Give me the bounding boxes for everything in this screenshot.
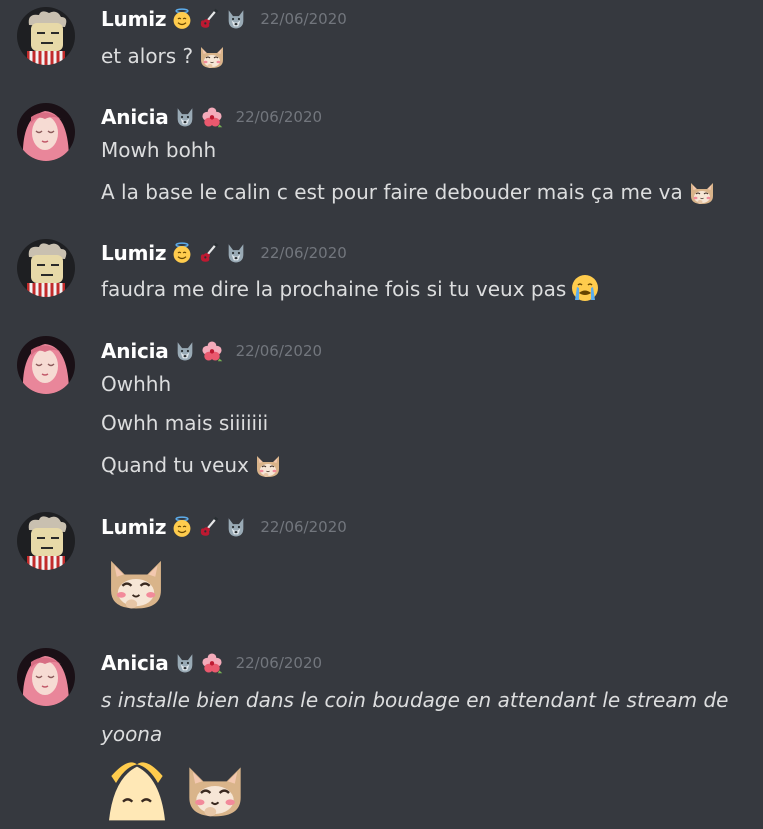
message-text: s installe bien dans le coin boudage en … [101,688,729,746]
hibiscus-icon [201,652,223,674]
hibiscus-icon [201,106,223,128]
wolf-icon [174,106,196,128]
timestamp[interactable]: 22/06/2020 [260,10,346,28]
username[interactable]: Anicia [101,105,169,129]
message-text: Owhhh [101,372,172,396]
username[interactable]: Anicia [101,651,169,675]
timestamp[interactable]: 22/06/2020 [236,654,322,672]
blushing-cat-emoji[interactable] [253,449,283,479]
blushing-cat-emoji[interactable] [197,40,227,70]
wolf-icon [225,8,247,30]
crying-face-emoji[interactable] [570,273,600,303]
blushing-cat-emoji[interactable] [102,545,170,617]
message-text: A la base le calin c est pour faire debo… [101,176,717,206]
guitar-icon [198,516,220,538]
avatar[interactable] [17,7,75,65]
wolf-icon [225,516,247,538]
avatar[interactable] [17,103,75,161]
timestamp[interactable]: 22/06/2020 [236,342,322,360]
message-text: Quand tu veux [101,449,283,479]
message-header: Lumiz 22/06/2020 [101,240,347,266]
message-text: faudra me dire la prochaine fois si tu v… [101,273,600,303]
username[interactable]: Lumiz [101,515,167,539]
blushing-cat-emoji[interactable] [687,176,717,206]
wolf-icon [174,652,196,674]
avatar[interactable] [17,512,75,570]
guitar-icon [198,242,220,264]
message-header: Lumiz 22/06/2020 [101,514,347,540]
chat-scroll-area[interactable]: Lumiz 22/06/2020 et alors ? Anicia 22/06… [0,0,763,799]
message-header: Anicia 22/06/2020 [101,104,322,130]
wolf-icon [174,340,196,362]
timestamp[interactable]: 22/06/2020 [260,244,346,262]
angel-face-icon [171,242,193,264]
message-header: Anicia 22/06/2020 [101,338,322,364]
message-header: Anicia 22/06/2020 [101,650,322,676]
wolf-icon [225,242,247,264]
avatar[interactable] [17,336,75,394]
banana-cat-emoji[interactable] [102,755,172,829]
message-text: Mowh bohh [101,138,217,162]
angel-face-icon [171,8,193,30]
message-text: et alors ? [101,40,227,70]
timestamp[interactable]: 22/06/2020 [260,518,346,536]
username[interactable]: Lumiz [101,7,167,31]
avatar[interactable] [17,239,75,297]
blushing-cat-emoji[interactable] [180,751,250,825]
hibiscus-icon [201,340,223,362]
message-header: Lumiz 22/06/2020 [101,6,347,32]
timestamp[interactable]: 22/06/2020 [236,108,322,126]
avatar[interactable] [17,648,75,706]
angel-face-icon [171,516,193,538]
username[interactable]: Anicia [101,339,169,363]
username[interactable]: Lumiz [101,241,167,265]
message-text: Owhh mais siiiiiii [101,411,269,435]
guitar-icon [198,8,220,30]
